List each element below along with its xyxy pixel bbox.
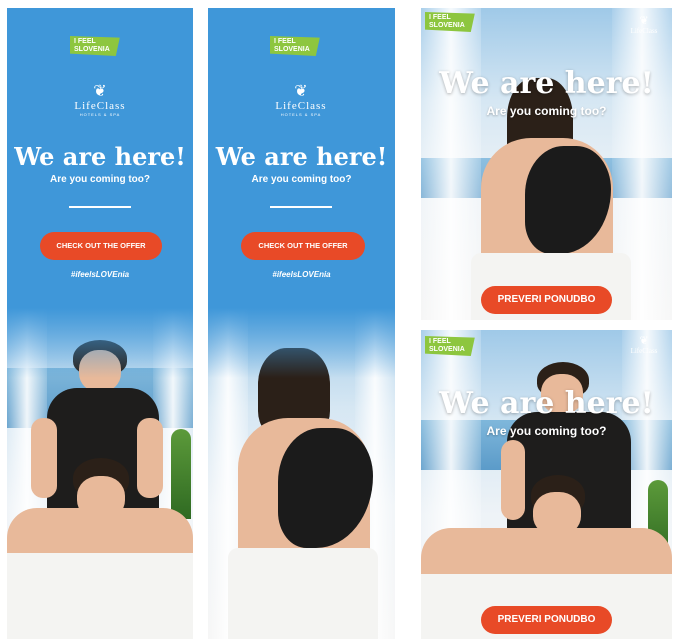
i-feel-slovenia-logo: I FEEL SLOVENIA: [270, 36, 320, 56]
headline: We are here!: [14, 142, 186, 171]
banner-square-mud-back[interactable]: I FEEL SLOVENIA ❦ LifeClass We are here!…: [421, 8, 672, 320]
banner-square-massage[interactable]: I FEEL SLOVENIA ❦ LifeClass We are here!…: [421, 330, 672, 639]
lifeclass-logo: ❦ LifeClass: [619, 335, 669, 356]
lifeclass-emblem-icon: ❦: [639, 15, 649, 27]
preveri-ponudbo-button[interactable]: PREVERI PONUDBO: [481, 606, 612, 634]
i-feel-slovenia-logo: I FEEL SLOVENIA: [425, 336, 475, 356]
subline: Are you coming too?: [50, 174, 150, 185]
massage-photo: [421, 330, 672, 639]
i-feel-slovenia-logo: I FEEL SLOVENIA: [70, 36, 120, 56]
preveri-ponudbo-button[interactable]: PREVERI PONUDBO: [481, 286, 612, 314]
subline: Are you coming too?: [486, 424, 607, 438]
mud-back-photo: [421, 8, 672, 320]
divider: [270, 206, 332, 208]
subline: Are you coming too?: [486, 104, 607, 118]
headline: We are here!: [439, 386, 654, 421]
lifeclass-logo: ❦ LifeClass HOTELS & SPA: [50, 83, 150, 118]
check-out-offer-button[interactable]: CHECK OUT THE OFFER: [40, 232, 162, 260]
headline: We are here!: [439, 66, 654, 101]
lifeclass-emblem-icon: ❦: [294, 83, 308, 100]
subline: Are you coming too?: [251, 174, 352, 185]
lifeclass-emblem-icon: ❦: [639, 335, 649, 347]
banner-skyscraper-mud-back[interactable]: I FEEL SLOVENIA ❦ LifeClass HOTELS & SPA…: [208, 8, 395, 639]
headline: We are here!: [215, 142, 388, 171]
banner-skyscraper-massage[interactable]: I FEEL SLOVENIA ❦ LifeClass HOTELS & SPA…: [7, 8, 193, 639]
hashtag: #ifeelsLOVEnia: [70, 270, 130, 279]
lifeclass-logo: ❦ LifeClass HOTELS & SPA: [251, 83, 351, 118]
lifeclass-emblem-icon: ❦: [93, 83, 107, 100]
i-feel-slovenia-logo: I FEEL SLOVENIA: [425, 12, 475, 32]
hashtag: #ifeelsLOVEnia: [272, 270, 331, 279]
lifeclass-logo: ❦ LifeClass: [619, 15, 669, 36]
check-out-offer-button[interactable]: CHECK OUT THE OFFER: [241, 232, 365, 260]
divider: [69, 206, 131, 208]
